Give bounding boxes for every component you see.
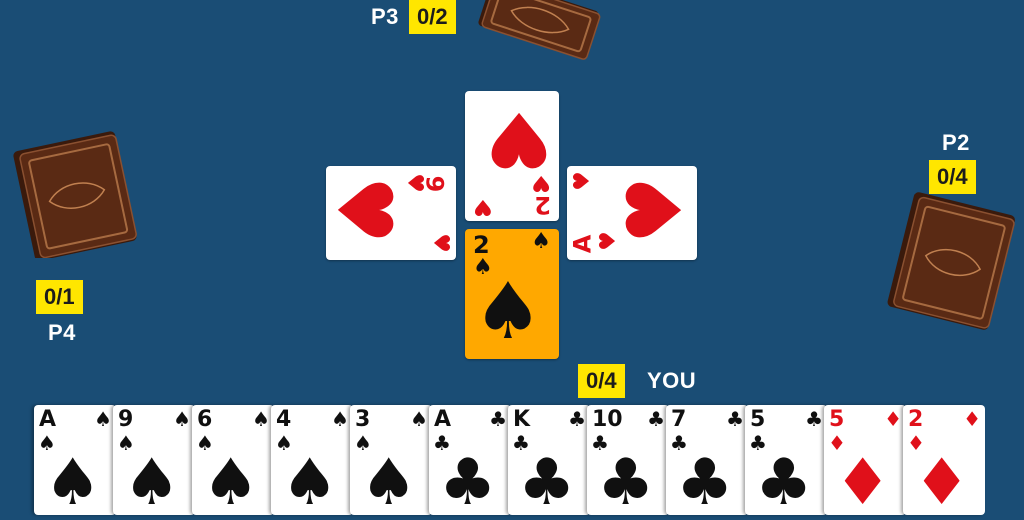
hand-card[interactable]: A ♠ ♠ ♠ (34, 405, 116, 515)
club-icon-large: ♣ (597, 446, 655, 520)
hand-card-rank: 5 (829, 407, 845, 432)
club-icon-large: ♣ (676, 446, 734, 520)
heart-icon: ♥ (473, 194, 493, 219)
hand-card[interactable]: 5 ♦ ♦ ♦ (824, 405, 906, 515)
heart-icon-large: ♥ (320, 175, 410, 245)
player-hand: A ♠ ♠ ♠ 9 ♠ ♠ ♠ 6 ♠ ♠ ♠ 4 ♠ ♠ ♠ 3 ♠ ♠ ♠ A ♣ ♣ ♣ K ♣ ♣ ♣ 10 ♣ ♣ ♣ 7 ♣ ♣ ♣ 5 ♣ ♣… (0, 405, 1024, 515)
heart-icon-large: ♥ (484, 95, 553, 184)
hand-card-rank: 9 (118, 407, 134, 432)
hand-card-rank: K (513, 407, 531, 432)
trick-card-right: A ♥ ♥ ♥ (567, 166, 700, 260)
spade-icon: ♠ (94, 407, 112, 431)
trick-card-bottom: 2 ♠ ♠ ♠ (465, 229, 559, 359)
diamond-icon-large: ♦ (834, 446, 892, 520)
diamond-icon: ♦ (963, 407, 981, 431)
hand-card-rank: A (434, 407, 452, 432)
hand-card[interactable]: 7 ♣ ♣ ♣ (666, 405, 748, 515)
hand-card[interactable]: 2 ♦ ♦ ♦ (903, 405, 985, 515)
hand-card[interactable]: 6 ♠ ♠ ♠ (192, 405, 274, 515)
hand-card-rank: 2 (908, 407, 924, 432)
club-icon: ♣ (726, 407, 744, 431)
hand-card[interactable]: K ♣ ♣ ♣ (508, 405, 590, 515)
hand-card-rank: 5 (750, 407, 766, 432)
hand-card[interactable]: 3 ♠ ♠ ♠ (350, 405, 432, 515)
hand-card-rank: 4 (276, 407, 292, 432)
heart-icon: ♥ (427, 233, 453, 253)
hand-card-rank: 3 (355, 407, 371, 432)
club-icon-large: ♣ (439, 446, 497, 520)
spade-icon-large: ♠ (44, 446, 102, 520)
spade-icon-large: ♠ (360, 446, 418, 520)
trick-card-left: 9 ♥ ♥ ♥ (320, 166, 456, 260)
diamond-icon-large: ♦ (913, 446, 971, 520)
club-icon: ♣ (568, 407, 586, 431)
hand-card-rank: A (39, 407, 57, 432)
card-back-deck-p4 (13, 131, 137, 258)
card-back-deck-p2 (887, 192, 1015, 330)
club-icon-large: ♣ (518, 446, 576, 520)
trick-card-top: 2 ♥ ♥ ♥ (465, 91, 559, 221)
hand-card[interactable]: 5 ♣ ♣ ♣ (745, 405, 827, 515)
spade-icon: ♠ (531, 229, 551, 254)
spade-icon: ♠ (410, 407, 428, 431)
club-icon: ♣ (805, 407, 823, 431)
hand-card[interactable]: 10 ♣ ♣ ♣ (587, 405, 669, 515)
spade-icon: ♠ (331, 407, 349, 431)
hand-card-rank: 6 (197, 407, 213, 432)
spade-icon-large: ♠ (473, 267, 543, 357)
spade-icon: ♠ (173, 407, 191, 431)
club-icon-large: ♣ (755, 446, 813, 520)
player-p3-score: 0/2 (409, 0, 456, 34)
spade-icon-large: ♠ (281, 446, 339, 520)
game-table: P3 0/2 0/1 P4 P2 0/4 2 ♥ ♥ ♥ 9 ♥ ♥ ♥ A ♥… (0, 0, 1024, 515)
heart-icon: ♥ (569, 171, 595, 191)
card-back-deck-p3 (478, 0, 601, 60)
spade-icon-large: ♠ (202, 446, 260, 520)
player-p3-label: P3 (371, 4, 399, 29)
hand-card[interactable]: 4 ♠ ♠ ♠ (271, 405, 353, 515)
hand-card-rank: 10 (592, 407, 623, 432)
player-p2-label: P2 (942, 130, 970, 155)
player-p4-score: 0/1 (36, 280, 83, 314)
hand-card[interactable]: A ♣ ♣ ♣ (429, 405, 511, 515)
player-p2-score: 0/4 (929, 160, 976, 194)
player-p4-label: P4 (48, 320, 76, 345)
spade-icon-large: ♠ (123, 446, 181, 520)
hand-card[interactable]: 9 ♠ ♠ ♠ (113, 405, 195, 515)
player-you-score: 0/4 (578, 364, 625, 398)
club-icon: ♣ (489, 407, 507, 431)
diamond-icon: ♦ (884, 407, 902, 431)
hand-card-rank: 7 (671, 407, 687, 432)
trick-card-top-rank: 2 (534, 191, 551, 219)
player-you-label: YOU (647, 368, 697, 393)
trick-card-right-rank: A (568, 234, 597, 254)
spade-icon: ♠ (252, 407, 270, 431)
heart-icon-large: ♥ (610, 175, 700, 245)
club-icon: ♣ (647, 407, 665, 431)
